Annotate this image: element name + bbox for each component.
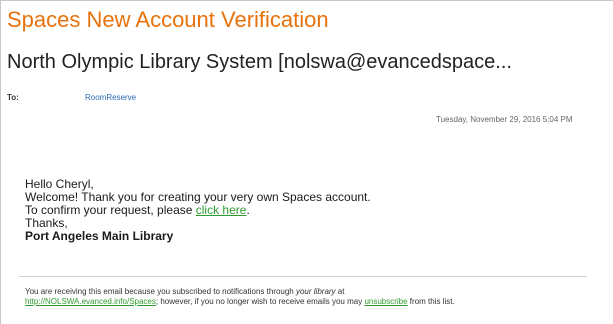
click-here-link[interactable]: click here: [196, 203, 247, 217]
footer-text-1-end: at: [335, 287, 345, 296]
footer-line-2: http://NOLSWA.evanced.info/Spaces; howev…: [25, 297, 455, 307]
email-body: Hello Cheryl, Welcome! Thank you for cre…: [25, 178, 371, 243]
footer-your-library: your library: [295, 287, 336, 296]
footer-divider: [19, 276, 587, 277]
spaces-url-link[interactable]: http://NOLSWA.evanced.info/Spaces: [25, 297, 156, 306]
confirm-line: To confirm your request, please click he…: [25, 204, 371, 217]
to-label: To:: [7, 93, 19, 102]
confirm-text: To confirm your request, please: [25, 203, 196, 217]
email-footer: You are receiving this email because you…: [25, 287, 455, 307]
footer-text-3: from this list.: [407, 297, 455, 306]
email-window: Spaces New Account Verification North Ol…: [0, 0, 613, 324]
email-date: Tuesday, November 29, 2016 5:04 PM: [436, 115, 573, 124]
email-subject: Spaces New Account Verification: [7, 7, 329, 32]
footer-text-2: ; however, if you no longer wish to rece…: [155, 297, 365, 306]
email-sender: North Olympic Library System [nolswa@eva…: [7, 51, 512, 73]
confirm-period: .: [246, 203, 250, 217]
unsubscribe-link[interactable]: unsubscribe: [364, 297, 407, 306]
footer-text-1: You are receiving this email because you…: [25, 287, 296, 296]
recipient-row: To: RoomReserve: [7, 93, 136, 102]
footer-line-1: You are receiving this email because you…: [25, 287, 455, 297]
signature: Port Angeles Main Library: [25, 229, 174, 243]
recipient-link[interactable]: RoomReserve: [85, 93, 136, 102]
